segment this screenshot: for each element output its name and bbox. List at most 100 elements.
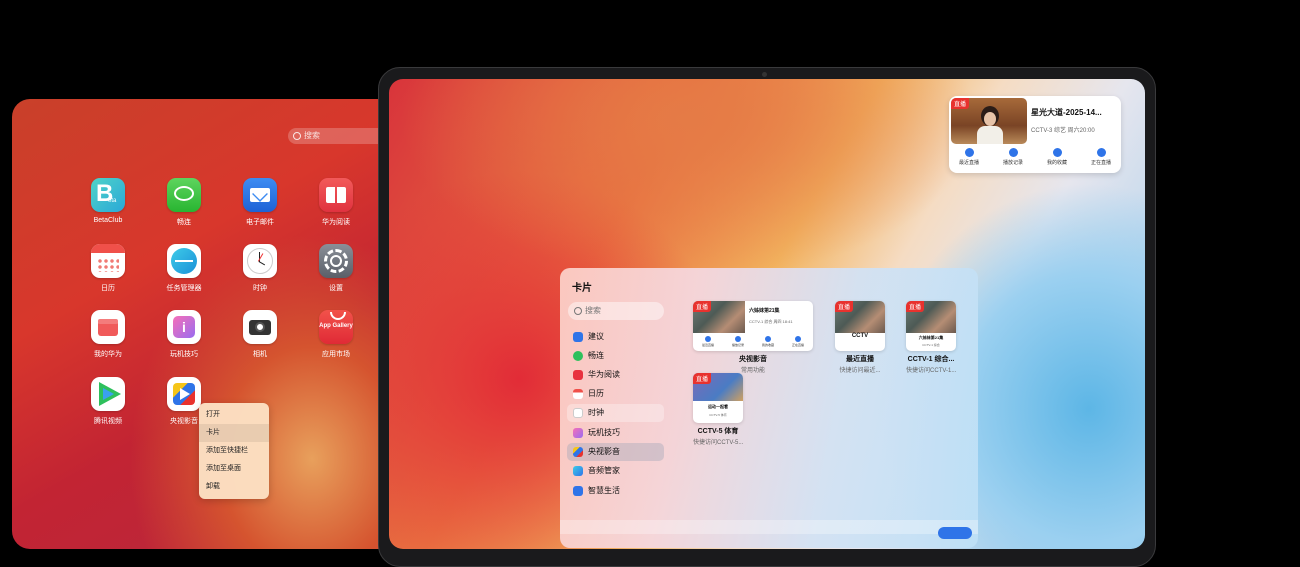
search-icon [293, 132, 301, 140]
card-name: CCTV-5 体育 [697, 428, 739, 435]
cctv-play-icon [167, 377, 201, 411]
live-badge: 直播 [951, 98, 970, 109]
panel-bottom-bar [560, 520, 978, 534]
panel-title: 卡片 [572, 283, 592, 294]
menu-item-add-to-desktop[interactable]: 添加至桌面 [199, 460, 269, 478]
card-desc: 快捷访问CCTV-1... [906, 368, 957, 374]
app-task-manager[interactable]: 任务管理器 [154, 244, 214, 293]
app-label: 玩机技巧 [170, 351, 198, 358]
app-tips[interactable]: i 玩机技巧 [154, 310, 214, 359]
app-calendar[interactable]: 日历 [78, 244, 138, 293]
card-cctv5[interactable]: 直播 运动一起看 CCTV-5 体育 CCTV-5 体育 快捷访问CCTV-5.… [693, 373, 743, 446]
pulse-icon [167, 244, 201, 278]
audio-icon [573, 466, 583, 476]
appgallery-icon: App Gallery [319, 310, 353, 344]
done-button[interactable] [938, 527, 972, 539]
app-label: 相机 [253, 351, 267, 358]
panel-search-placeholder: 搜索 [585, 306, 601, 315]
menu-item-open[interactable]: 打开 [199, 406, 269, 424]
app-label: 日历 [101, 285, 115, 292]
panel-search-input[interactable]: 搜索 [568, 302, 664, 320]
widget-live-now-button[interactable]: 正在直播 [1081, 148, 1121, 166]
sidebar-item-calendar[interactable]: 日历 [567, 385, 664, 403]
sidebar-item-changlian[interactable]: 畅连 [567, 347, 664, 365]
app-label: 时钟 [253, 285, 267, 292]
card-cctv-common[interactable]: 直播 六姊妹第21集 CCTV-1 综合 周四 18:41 最近直播 播放记录 我的… [693, 301, 813, 374]
live-badge: 直播 [906, 301, 925, 312]
chat-bubble-icon [573, 351, 583, 361]
camera-dot [762, 72, 767, 77]
widget-title: 星光大道-2025-14... [1031, 108, 1102, 117]
star-icon [1052, 148, 1062, 157]
sidebar-item-cctv[interactable]: 央视影音 [567, 443, 664, 461]
live-icon [1096, 148, 1106, 157]
sidebar-item-audio[interactable]: 音频管家 [567, 462, 664, 480]
widget-history-button[interactable]: 播放记录 [993, 148, 1033, 166]
calendar-icon [573, 389, 583, 399]
sidebar-item-suggest[interactable]: 建议 [567, 328, 664, 346]
gear-icon [319, 244, 353, 278]
tips-icon [573, 428, 583, 438]
context-menu: 打开 卡片 添加至快捷栏 添加至桌面 卸载 [199, 403, 269, 499]
search-icon [574, 307, 582, 315]
app-label: 我的华为 [94, 351, 122, 358]
app-appgallery[interactable]: App Gallery 应用市场 [306, 310, 366, 359]
menu-item-cards[interactable]: 卡片 [199, 424, 269, 442]
cctv-widget[interactable]: 直播 星光大道-2025-14... CCTV-3 综艺 周六20:00 最近直… [949, 96, 1121, 173]
clock-icon [243, 244, 277, 278]
mail-icon [243, 178, 277, 212]
app-label: 任务管理器 [166, 285, 202, 292]
card-recent-live[interactable]: 直播 CCTV 最近直播 快捷访问最近... [835, 301, 885, 374]
widget-subtitle: CCTV-3 综艺 周六20:00 [1031, 128, 1095, 134]
sidebar-item-tips[interactable]: 玩机技巧 [567, 424, 664, 442]
app-camera[interactable]: 相机 [230, 310, 290, 359]
cctv-play-icon [573, 447, 583, 457]
card-cctv1[interactable]: 直播 六姊妹第21集 CCTV-1 综合 CCTV-1 综合... 快捷访问CC… [906, 301, 956, 374]
app-label: 设置 [329, 285, 343, 292]
book-icon [573, 370, 583, 380]
menu-item-uninstall[interactable]: 卸载 [199, 478, 269, 496]
widget-recent-live-button[interactable]: 最近直播 [949, 148, 989, 166]
camera-icon [243, 310, 277, 344]
left-search-placeholder: 搜索 [304, 131, 320, 140]
app-huawei-reader[interactable]: 华为阅读 [306, 178, 366, 227]
sidebar-item-reader[interactable]: 华为阅读 [567, 366, 664, 384]
app-label: BetaClub [93, 217, 123, 224]
home-icon [573, 486, 583, 496]
app-label: 应用市场 [322, 351, 350, 358]
live-badge: 直播 [693, 373, 712, 384]
chat-bubble-icon [167, 178, 201, 212]
tips-icon: i [167, 310, 201, 344]
calendar-icon [91, 244, 125, 278]
app-my-huawei[interactable]: 我的华为 [78, 310, 138, 359]
sidebar-item-clock[interactable]: 时钟 [567, 404, 664, 422]
app-label: 腾讯视频 [94, 418, 122, 425]
app-email[interactable]: 电子邮件 [230, 178, 290, 227]
app-settings[interactable]: 设置 [306, 244, 366, 293]
clock-icon [573, 408, 583, 418]
widget-thumbnail: 直播 [951, 98, 1027, 144]
widget-favorites-button[interactable]: 我的收藏 [1037, 148, 1077, 166]
app-tencent-video[interactable]: 腾讯视频 [78, 377, 138, 426]
app-label: 华为阅读 [322, 219, 350, 226]
card-desc: 快捷访问CCTV-5... [693, 440, 744, 446]
card-desc: 快捷访问最近... [839, 368, 881, 374]
left-tablet-screen: 搜索 B eta BetaClub 畅连 电子邮件 华为阅读 日历 任务管理器 … [12, 99, 432, 549]
app-betaclub[interactable]: B eta BetaClub [78, 178, 138, 224]
cctv-logo: CCTV [851, 333, 869, 339]
app-changlian[interactable]: 畅连 [154, 178, 214, 227]
recent-icon [964, 148, 974, 157]
book-icon [319, 178, 353, 212]
menu-item-add-to-dock[interactable]: 添加至快捷栏 [199, 442, 269, 460]
sidebar-item-smart-life[interactable]: 智慧生活 [567, 482, 664, 500]
betaclub-icon: B eta [91, 178, 125, 212]
live-badge: 直播 [693, 301, 712, 312]
cards-panel: 卡片 搜索 建议 畅连 华为阅读 日历 时钟 玩机技巧 央视影音 音频管家 智慧… [560, 268, 978, 548]
app-label: 畅连 [177, 219, 191, 226]
suggest-icon [573, 332, 583, 342]
history-icon [1008, 148, 1018, 157]
card-name: 央视影音 [739, 356, 767, 363]
app-label: 电子邮件 [246, 219, 274, 226]
gift-box-icon [91, 310, 125, 344]
app-clock[interactable]: 时钟 [230, 244, 290, 293]
